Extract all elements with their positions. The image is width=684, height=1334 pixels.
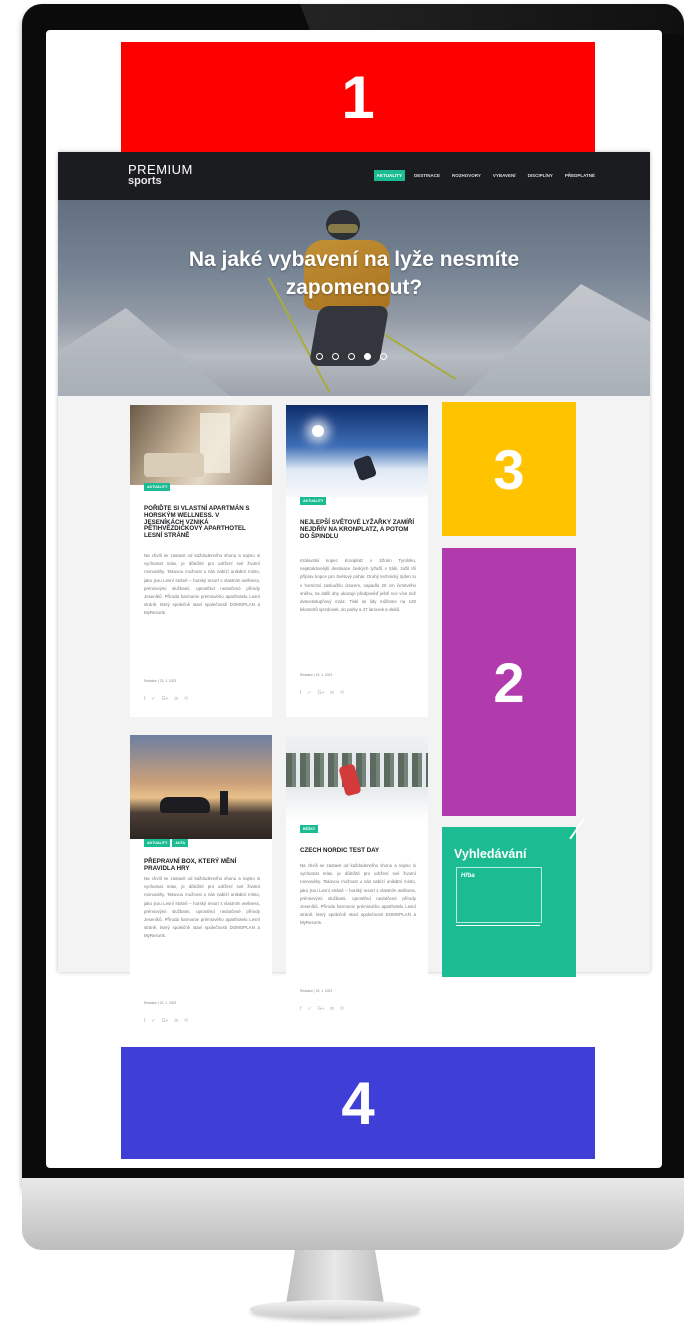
facebook-icon[interactable]: f bbox=[300, 690, 301, 696]
slider-dot[interactable] bbox=[380, 353, 387, 360]
tag[interactable]: AKTUALITY bbox=[144, 483, 171, 491]
tag[interactable]: AKTUALITY bbox=[300, 497, 327, 505]
pinterest-icon[interactable]: ℗ bbox=[340, 1006, 344, 1012]
tag-row: AKTUALITY bbox=[144, 483, 171, 491]
nav-item-discipliny[interactable]: DISCIPLÍNY bbox=[525, 170, 556, 181]
monitor-chin bbox=[22, 1178, 684, 1250]
nav-menu: AKTUALITY DESTINACE ROZHOVORY VYBAVENÍ D… bbox=[373, 170, 598, 181]
tag[interactable]: BĚŽKY bbox=[300, 825, 319, 833]
hero-slider[interactable]: Na jaké vybavení na lyže nesmíte zapomen… bbox=[58, 200, 650, 396]
search-widget: Vyhledávání Hřba bbox=[442, 818, 585, 977]
window-light bbox=[200, 413, 230, 473]
tag[interactable]: AKTUALITY bbox=[144, 839, 171, 847]
article-meta: Redakce | 23. 1. 2023 bbox=[300, 673, 333, 677]
facebook-icon[interactable]: f bbox=[300, 1006, 301, 1012]
twitter-icon[interactable]: ✓ bbox=[151, 1018, 155, 1024]
share-icons: f ✓ G+ in ℗ bbox=[144, 696, 188, 702]
article-meta: Redakce | 23. 1. 2023 bbox=[144, 1001, 177, 1005]
article-card[interactable]: AKTUALITY POŘIĎTE SI VLASTNÍ APARTMÁN S … bbox=[130, 405, 272, 717]
nav-item-predplatne[interactable]: PŘEDPLATNÉ bbox=[562, 170, 598, 181]
article-card[interactable]: AKTUALITY AUTA PŘEPRAVNÍ BOX, KTERÝ MĚNÍ… bbox=[130, 735, 272, 1043]
twitter-icon[interactable]: ✓ bbox=[307, 690, 311, 696]
hero-title[interactable]: Na jaké vybavení na lyže nesmíte zapomen… bbox=[118, 246, 590, 302]
article-title[interactable]: POŘIĎTE SI VLASTNÍ APARTMÁN S HORSKÝM WE… bbox=[144, 505, 260, 540]
google-plus-icon[interactable]: G+ bbox=[162, 696, 169, 702]
linkedin-icon[interactable]: in bbox=[174, 1018, 178, 1024]
skier-figure bbox=[352, 454, 378, 482]
search-input[interactable]: Hřba bbox=[461, 873, 531, 879]
tag-row: AKTUALITY AUTA bbox=[144, 839, 189, 847]
logo-line-2: sports bbox=[128, 175, 162, 187]
article-image-skiing[interactable] bbox=[286, 405, 428, 497]
linkedin-icon[interactable]: in bbox=[330, 690, 334, 696]
article-excerpt: Na chvíli se zastavit od každodenního sh… bbox=[144, 876, 260, 939]
google-plus-icon[interactable]: G+ bbox=[318, 1006, 325, 1012]
share-icons: f ✓ G+ in ℗ bbox=[144, 1018, 188, 1024]
placement-block-4: 4 bbox=[121, 1047, 595, 1159]
article-card[interactable]: AKTUALITY NEJLEPŠÍ SVĚTOVÉ LYŽAŘKY ZAMÍŘ… bbox=[286, 405, 428, 717]
placement-block-3: 3 bbox=[442, 402, 576, 536]
slider-dot[interactable] bbox=[332, 353, 339, 360]
article-excerpt: Na chvíli se zastavit od každodenního sh… bbox=[300, 863, 416, 926]
site-logo[interactable]: PREMIUM sports bbox=[128, 163, 193, 187]
sofa-shape bbox=[144, 453, 204, 477]
pinterest-icon[interactable]: ℗ bbox=[184, 1018, 188, 1024]
article-image-apartment[interactable] bbox=[130, 405, 272, 485]
monitor-stand-base bbox=[250, 1300, 420, 1318]
google-plus-icon[interactable]: G+ bbox=[318, 690, 325, 696]
nav-item-rozhovory[interactable]: ROZHOVORY bbox=[449, 170, 484, 181]
share-icons: f ✓ G+ in ℗ bbox=[300, 690, 344, 696]
slider-dot[interactable] bbox=[348, 353, 355, 360]
pinterest-icon[interactable]: ℗ bbox=[184, 696, 188, 702]
article-meta: Redakce | 23. 1. 2023 bbox=[300, 989, 333, 993]
person-silhouette bbox=[220, 791, 228, 815]
article-meta: Redakce | 23. 1. 2023 bbox=[144, 679, 177, 683]
pinterest-icon[interactable]: ℗ bbox=[340, 690, 344, 696]
nav-item-vybaveni[interactable]: VYBAVENÍ bbox=[490, 170, 519, 181]
search-box[interactable]: Hřba bbox=[456, 867, 542, 923]
twitter-icon[interactable]: ✓ bbox=[307, 1006, 311, 1012]
top-navigation: PREMIUM sports AKTUALITY DESTINACE ROZHO… bbox=[58, 152, 650, 200]
facebook-icon[interactable]: f bbox=[144, 1018, 145, 1024]
tag[interactable]: AUTA bbox=[172, 839, 189, 847]
twitter-icon[interactable]: ✓ bbox=[151, 696, 155, 702]
article-image-car-box[interactable] bbox=[130, 735, 272, 839]
placement-block-2: 2 bbox=[442, 548, 576, 816]
facebook-icon[interactable]: f bbox=[144, 696, 145, 702]
article-title[interactable]: PŘEPRAVNÍ BOX, KTERÝ MĚNÍ PRAVIDLA HRY bbox=[144, 858, 260, 873]
article-title[interactable]: CZECH NORDIC TEST DAY bbox=[300, 847, 416, 855]
slider-dot-active[interactable] bbox=[364, 353, 371, 360]
share-icons: f ✓ G+ in ℗ bbox=[300, 1006, 344, 1012]
search-underline bbox=[456, 925, 540, 926]
nav-item-aktuality[interactable]: AKTUALITY bbox=[373, 170, 406, 181]
slider-dot[interactable] bbox=[316, 353, 323, 360]
article-excerpt: Království kopec Kronplatz v Jižním Tyro… bbox=[300, 558, 416, 613]
search-widget-title: Vyhledávání bbox=[454, 847, 527, 861]
nav-item-destinace[interactable]: DESTINACE bbox=[411, 170, 443, 181]
tag-row: BĚŽKY bbox=[300, 825, 319, 833]
article-image-nordic[interactable] bbox=[286, 735, 428, 821]
linkedin-icon[interactable]: in bbox=[330, 1006, 334, 1012]
slider-dots bbox=[316, 353, 387, 360]
google-plus-icon[interactable]: G+ bbox=[162, 1018, 169, 1024]
car-shape bbox=[160, 797, 210, 813]
sun-glow bbox=[312, 425, 324, 437]
placement-block-1: 1 bbox=[121, 42, 595, 152]
linkedin-icon[interactable]: in bbox=[174, 696, 178, 702]
article-card[interactable]: BĚŽKY CZECH NORDIC TEST DAY Na chvíli se… bbox=[286, 735, 428, 1033]
tag-row: AKTUALITY bbox=[300, 497, 327, 505]
article-excerpt: Na chvíli se zastavit od každodenního sh… bbox=[144, 553, 260, 616]
article-title[interactable]: NEJLEPŠÍ SVĚTOVÉ LYŽAŘKY ZAMÍŘÍ NEJDŘÍV … bbox=[300, 519, 416, 540]
